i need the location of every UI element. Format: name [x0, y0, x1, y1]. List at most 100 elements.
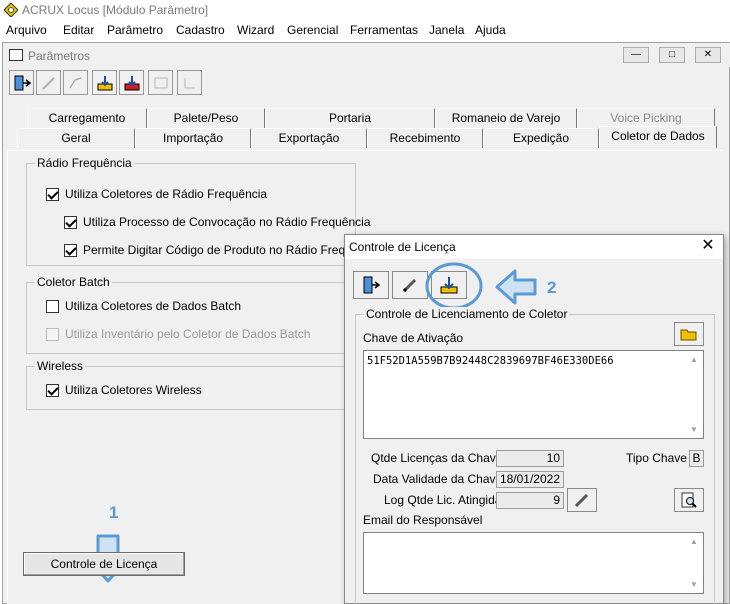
tipo-chave-label: Tipo Chave: [626, 451, 687, 465]
digitar-codigo-label: Permite Digitar Código de Produto no Rád…: [83, 243, 381, 257]
maximize-button[interactable]: □: [659, 47, 685, 63]
grid-icon: [154, 77, 167, 88]
disabled-tool-1[interactable]: [148, 70, 173, 95]
edit-button[interactable]: [36, 70, 61, 95]
menu-editar[interactable]: Editar: [63, 23, 94, 37]
tab-palete-peso[interactable]: Palete/Peso: [147, 108, 265, 128]
pencil-icon: [574, 493, 589, 508]
disabled-tool-2[interactable]: [177, 70, 202, 95]
convocacao-label: Utiliza Processo de Convocação no Rádio …: [83, 215, 371, 229]
scroll-down-icon[interactable]: ▼: [690, 580, 698, 589]
licenciamento-group: Controle de Licenciamento de Coletor Cha…: [355, 307, 715, 604]
group-title: Wireless: [35, 359, 86, 373]
annotation-step-1: 1: [109, 503, 119, 522]
dialog-exit-button[interactable]: [353, 271, 389, 299]
coletor-batch-label: Utiliza Coletores de Dados Batch: [65, 299, 242, 313]
utiliza-rf-checkbox[interactable]: [46, 188, 59, 201]
app-titlebar: ACRUX Locus [Módulo Parâmetro]: [0, 0, 730, 20]
highlight-circle: [425, 262, 483, 310]
tab-portaria[interactable]: Portaria: [265, 108, 435, 128]
log-edit-button[interactable]: [567, 488, 597, 512]
log-field[interactable]: 9: [496, 492, 564, 509]
save-tray-icon: [97, 75, 112, 90]
exit-button[interactable]: [9, 70, 34, 95]
qtde-field[interactable]: 10: [496, 450, 564, 467]
tab-romaneio-varejo[interactable]: Romaneio de Varejo: [435, 108, 577, 128]
cancel-tray-icon: [124, 75, 139, 90]
search-document-icon: [681, 492, 697, 508]
child-title: Parâmetros: [28, 49, 91, 63]
open-folder-button[interactable]: [674, 322, 704, 346]
email-label: Email do Responsável: [363, 513, 483, 527]
radio-frequencia-group: Rádio Frequência Utiliza Coletores de Rá…: [26, 156, 381, 266]
chave-label: Chave de Ativação: [363, 331, 464, 345]
pencil-icon: [402, 278, 417, 293]
tab-carregamento[interactable]: Carregamento: [27, 108, 147, 128]
log-label: Log Qtde Lic. Atingida: [384, 493, 502, 507]
tab-expedicao[interactable]: Expedição: [483, 128, 599, 148]
scroll-up-icon[interactable]: ▲: [690, 537, 698, 546]
wireless-group: Wireless Utiliza Coletores Wireless: [26, 359, 356, 410]
group-title: Controle de Licenciamento de Coletor: [364, 307, 570, 321]
qtde-label: Qtde Licenças da Chave: [371, 451, 503, 465]
validade-field[interactable]: 18/01/2022: [496, 471, 564, 488]
menu-arquivo[interactable]: Arquivo: [6, 23, 47, 37]
child-titlebar: Parâmetros — □ ✕: [3, 43, 730, 67]
menu-ajuda[interactable]: Ajuda: [475, 23, 506, 37]
close-window-button[interactable]: ✕: [695, 47, 721, 63]
menu-wizard[interactable]: Wizard: [237, 23, 274, 37]
app-logo-icon: [4, 3, 18, 17]
coletor-batch-group: Coletor Batch Utiliza Coletores de Dados…: [26, 275, 356, 354]
left-arrow-icon: [495, 269, 537, 305]
folder-icon: [680, 329, 697, 341]
inventario-batch-label: Utiliza Inventário pelo Coletor de Dados…: [65, 327, 311, 341]
minimize-button[interactable]: —: [623, 47, 649, 63]
menu-ferramentas[interactable]: Ferramentas: [350, 23, 418, 37]
inventario-batch-checkbox[interactable]: [46, 328, 59, 341]
window-icon: [9, 49, 23, 61]
menu-cadastro[interactable]: Cadastro: [176, 23, 225, 37]
scroll-up-icon[interactable]: ▲: [690, 355, 698, 364]
pencil-icon: [41, 76, 55, 90]
menu-gerencial[interactable]: Gerencial: [287, 23, 338, 37]
chave-ativacao-textarea[interactable]: 51F52D1A559B7B92448C2839697BF46E330DE66 …: [363, 350, 704, 439]
tab-geral[interactable]: Geral: [17, 128, 135, 148]
tipo-chave-field[interactable]: B: [689, 450, 704, 467]
coletor-batch-checkbox[interactable]: [46, 300, 59, 313]
validade-label: Data Validade da Chave: [373, 472, 503, 486]
app-title: ACRUX Locus [Módulo Parâmetro]: [22, 3, 209, 17]
annotation-step-2: 2: [547, 278, 557, 297]
dialog-titlebar: Controle de Licença ✕: [345, 235, 723, 259]
tab-recebimento[interactable]: Recebimento: [367, 128, 483, 148]
search-log-button[interactable]: [674, 488, 704, 512]
exit-door-icon: [14, 75, 31, 90]
menu-parametro[interactable]: Parâmetro: [107, 23, 163, 37]
tools-button[interactable]: [63, 70, 88, 95]
controle-licenca-button[interactable]: Controle de Licença: [23, 552, 185, 576]
tab-voice-picking[interactable]: Voice Picking: [577, 108, 715, 128]
convocacao-checkbox[interactable]: [64, 216, 77, 229]
email-textarea[interactable]: ▲ ▼: [363, 532, 704, 594]
chave-ativacao-value: 51F52D1A559B7B92448C2839697BF46E330DE66: [367, 355, 614, 367]
exit-door-icon: [363, 276, 381, 294]
cancel-button[interactable]: [119, 70, 144, 95]
move-icon: [184, 77, 195, 88]
chave-scrollbar[interactable]: ▲ ▼: [687, 351, 703, 438]
tab-coletor-dados[interactable]: Coletor de Dados: [599, 126, 717, 148]
wireless-checkbox[interactable]: [46, 384, 59, 397]
scroll-down-icon[interactable]: ▼: [690, 425, 698, 434]
menu-janela[interactable]: Janela: [429, 23, 464, 37]
controle-licenca-dialog: Controle de Licença ✕ 2 Controle de Lice…: [344, 234, 724, 604]
close-icon[interactable]: ✕: [699, 238, 717, 256]
wireless-label: Utiliza Coletores Wireless: [65, 383, 202, 397]
flow-icon: [68, 76, 81, 88]
digitar-codigo-checkbox[interactable]: [64, 244, 77, 257]
utiliza-rf-label: Utiliza Coletores de Rádio Frequência: [65, 187, 268, 201]
dialog-edit-button[interactable]: [392, 271, 428, 299]
email-scrollbar[interactable]: ▲ ▼: [687, 533, 703, 593]
tab-importacao[interactable]: Importação: [135, 128, 251, 148]
group-title: Coletor Batch: [35, 275, 112, 289]
save-button[interactable]: [92, 70, 117, 95]
menu-bar: Arquivo Editar Parâmetro Cadastro Wizard…: [0, 21, 730, 40]
tab-exportacao[interactable]: Exportação: [251, 128, 367, 148]
